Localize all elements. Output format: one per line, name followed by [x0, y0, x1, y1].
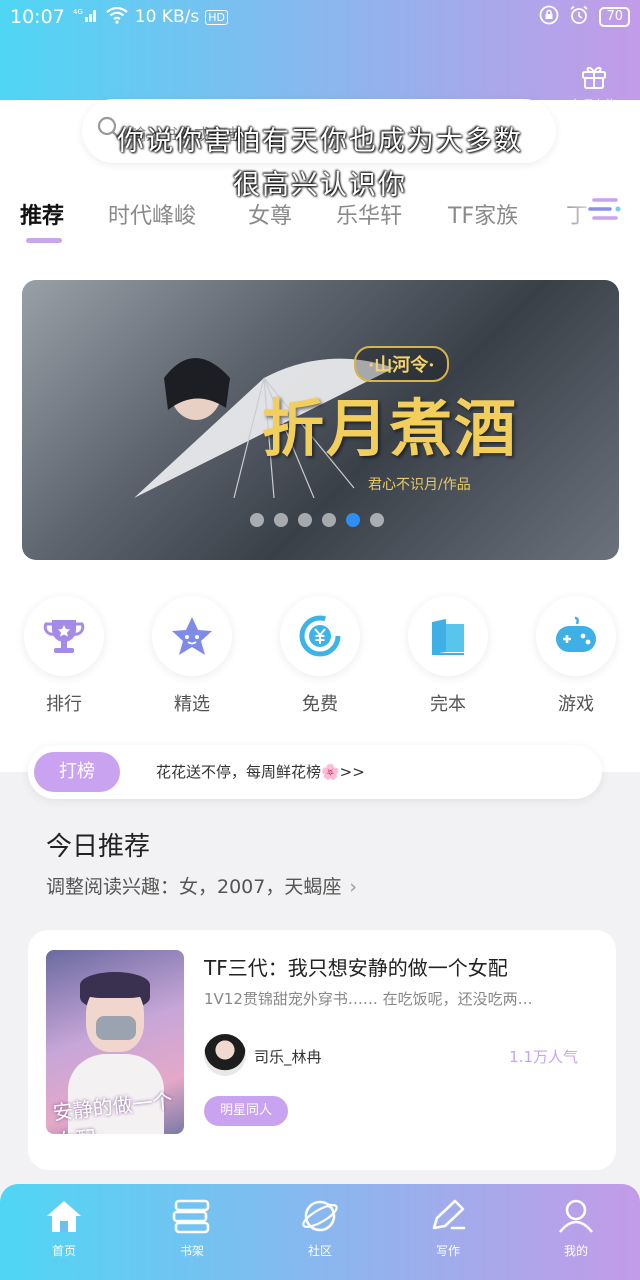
section-title: 今日推荐 [46, 832, 151, 862]
nav-label: 社区 [307, 1244, 332, 1258]
reading-interest-link[interactable]: 调整阅读兴趣：女，2007，天蝎座 › [46, 872, 357, 899]
planet-icon [300, 1200, 340, 1238]
cover-art [80, 972, 150, 998]
signal-icon: 4G [73, 7, 99, 28]
book-title[interactable]: TF三代：我只想安静的做一个女配 [204, 952, 508, 981]
genre-tag[interactable]: 明星同人 [204, 1096, 289, 1126]
nav-label: 首页 [51, 1244, 76, 1258]
gift-icon [580, 66, 608, 94]
author-name[interactable]: 司乐_林冉 [254, 1046, 322, 1067]
ticker-message[interactable]: 花花送不停，每周鲜花榜🌸>> [156, 761, 365, 782]
nav-label: 书架 [179, 1244, 204, 1258]
svg-text:4G: 4G [73, 8, 83, 16]
bookshelf-icon [172, 1199, 212, 1238]
nav-community[interactable]: 社区 [280, 1198, 360, 1259]
battery-indicator: 70 [599, 7, 630, 27]
home-icon [44, 1201, 84, 1238]
chevron-right-icon: › [349, 876, 357, 898]
pen-icon [428, 1199, 468, 1238]
book-cover[interactable]: 安静的做一个女配 [46, 950, 184, 1134]
shortcut-completed[interactable]: 完本 [408, 596, 488, 716]
star-icon [152, 596, 232, 676]
banner-author: 君心不识月/作品 [368, 477, 471, 493]
hd-badge: HD [205, 9, 228, 25]
trophy-icon [24, 596, 104, 676]
promo-banner[interactable]: ·山河令· 折月煮酒 君心不识月/作品 [22, 280, 619, 560]
shortcut-row: 排行 精选 免费 完本 游戏 [0, 596, 640, 726]
cover-art [96, 1016, 136, 1040]
carousel-dot[interactable] [274, 513, 288, 527]
user-icon [556, 1199, 596, 1238]
carousel-dot-active[interactable] [346, 513, 360, 527]
tab-lehuaxuan[interactable]: 乐华轩 [336, 198, 402, 230]
carousel-dot[interactable] [370, 513, 384, 527]
toast-line-1: 你说你害怕有天你也成为大多数 [117, 126, 523, 157]
shortcut-free[interactable]: 免费 [280, 596, 360, 716]
daily-gift-button[interactable]: 每日有礼 [564, 62, 624, 112]
nav-home[interactable]: 首页 [24, 1198, 104, 1259]
network-speed: 10 KB/s [134, 7, 200, 27]
carousel-dot[interactable] [250, 513, 264, 527]
banner-title: 折月煮酒 [262, 392, 519, 465]
carousel-dot[interactable] [298, 513, 312, 527]
wifi-icon [105, 6, 129, 29]
status-time: 10:07 [10, 6, 65, 28]
nav-label: 我的 [563, 1244, 588, 1258]
shortcut-games[interactable]: 游戏 [536, 596, 616, 716]
popularity-count: 1.1万人气 [509, 1048, 578, 1066]
shortcut-label: 精选 [174, 694, 210, 715]
tab-recommend[interactable]: 推荐 [20, 198, 64, 230]
shortcut-label: 免费 [302, 694, 338, 715]
shortcut-featured[interactable]: 精选 [152, 596, 232, 716]
lock-icon [539, 5, 559, 30]
shortcut-label: 完本 [430, 694, 466, 715]
alarm-icon [569, 5, 589, 30]
book-description: 1V12贯锦甜宠外穿书…… 在吃饭呢，还没吃两… [204, 990, 533, 1008]
carousel-dots [250, 513, 384, 527]
shortcut-label: 排行 [46, 694, 82, 715]
nav-write[interactable]: 写作 [408, 1198, 488, 1259]
status-bar: 10:07 4G 10 KB/s HD 70 [0, 0, 640, 34]
tab-nvzun[interactable]: 女尊 [248, 198, 292, 230]
gift-label: 每日有礼 [572, 98, 616, 111]
yuan-coin-icon [280, 596, 360, 676]
reading-interest-text: 调整阅读兴趣：女，2007，天蝎座 [46, 876, 342, 898]
nav-label: 写作 [435, 1244, 460, 1258]
author-avatar[interactable] [204, 1034, 246, 1076]
book-card[interactable]: 安静的做一个女配 TF三代：我只想安静的做一个女配 1V12贯锦甜宠外穿书…… … [28, 930, 616, 1170]
gamepad-icon [536, 596, 616, 676]
shortcut-label: 游戏 [558, 694, 594, 715]
tab-tf-family[interactable]: TF家族 [448, 198, 518, 230]
active-tab-indicator [26, 238, 62, 243]
carousel-dot[interactable] [322, 513, 336, 527]
shortcut-ranking[interactable]: 排行 [24, 596, 104, 716]
nav-profile[interactable]: 我的 [536, 1198, 616, 1259]
book-icon [408, 596, 488, 676]
rank-pill-button[interactable]: 打榜 [34, 752, 120, 792]
category-tabs: 推荐 时代峰峻 女尊 乐华轩 TF家族 丁 [0, 190, 640, 250]
banner-tag: ·山河令· [354, 346, 449, 382]
nav-bookshelf[interactable]: 书架 [152, 1198, 232, 1259]
tab-shidai-fengjun[interactable]: 时代峰峻 [108, 198, 196, 230]
bottom-navigation: 首页 书架 社区 写作 我的 [0, 1184, 640, 1280]
rank-ticker[interactable]: 打榜 花花送不停，每周鲜花榜🌸>> [28, 745, 602, 799]
category-menu-icon[interactable] [586, 194, 622, 224]
